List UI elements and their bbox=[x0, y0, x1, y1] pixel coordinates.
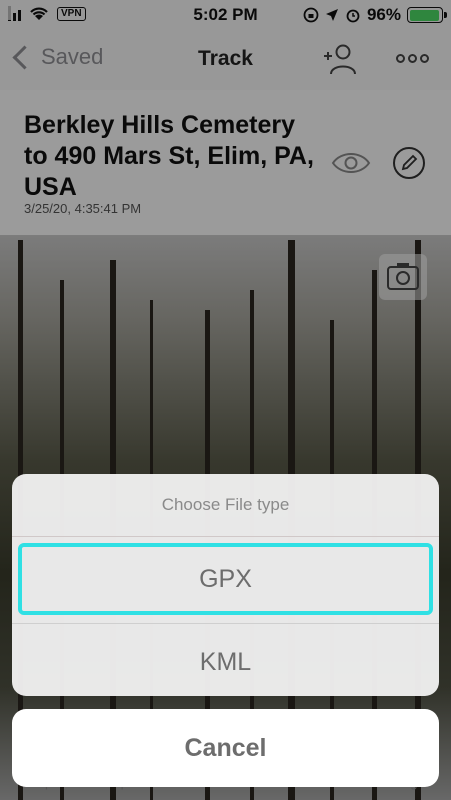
action-sheet-title: Choose File type bbox=[12, 474, 439, 537]
action-sheet: Choose File type GPX KML bbox=[12, 474, 439, 696]
gpx-option-button[interactable]: GPX bbox=[18, 543, 433, 615]
kml-option-button[interactable]: KML bbox=[12, 624, 439, 696]
cancel-button[interactable]: Cancel bbox=[12, 709, 439, 787]
